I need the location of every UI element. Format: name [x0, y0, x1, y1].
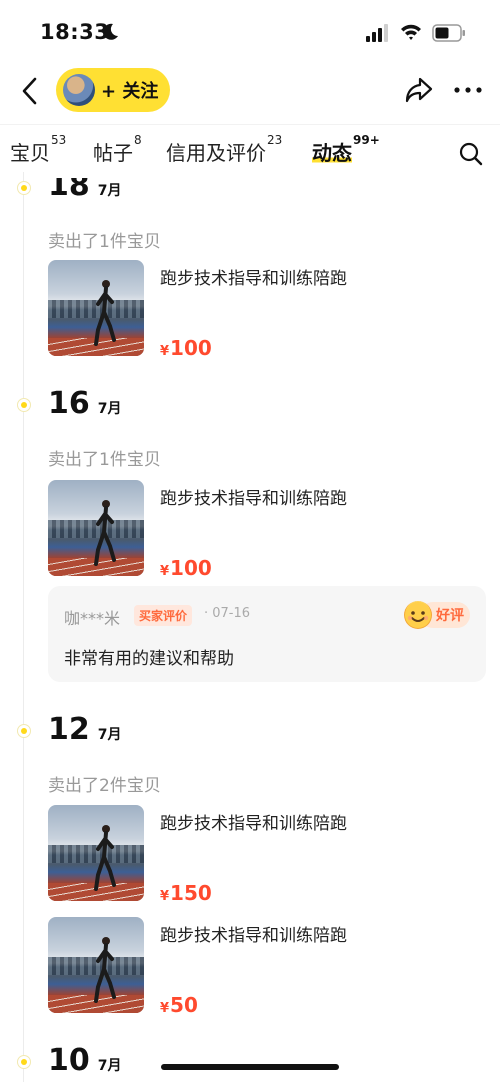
product-price: ¥100	[160, 336, 212, 360]
home-indicator[interactable]	[161, 1064, 339, 1070]
share-icon[interactable]	[404, 76, 434, 104]
date-day: 18	[48, 168, 90, 198]
date-month: 7月	[97, 183, 122, 198]
date-header: 10 7月	[48, 1043, 122, 1078]
currency-symbol: ¥	[160, 344, 170, 359]
sold-text: 卖出了1件宝贝	[48, 232, 161, 252]
timeline-dot	[17, 1055, 31, 1069]
follow-button[interactable]: + 关注	[56, 68, 170, 112]
date-day: 16	[48, 386, 90, 421]
product-card[interactable]: 跑步技术指导和训练陪跑 ¥150	[48, 805, 488, 905]
product-price: ¥50	[160, 993, 198, 1017]
product-price: ¥150	[160, 881, 212, 905]
tab-count: 23	[267, 133, 283, 147]
timeline-dot	[17, 398, 31, 412]
wifi-icon	[401, 24, 421, 40]
product-thumbnail	[48, 917, 144, 1013]
review-card[interactable]: 咖***米 买家评价 · 07-16 好评 非常有用的建议和帮助	[48, 586, 486, 682]
product-title: 跑步技术指导和训练陪跑	[160, 814, 347, 834]
date-day: 12	[48, 712, 90, 747]
battery-icon	[432, 24, 465, 42]
tab-label: 动态	[312, 141, 352, 165]
date-header: 18 7月	[48, 168, 122, 198]
price-value: 100	[170, 336, 212, 360]
sold-text: 卖出了1件宝贝	[48, 450, 161, 470]
sold-text: 卖出了2件宝贝	[48, 776, 161, 796]
tab-activity[interactable]: 动态99+	[312, 133, 380, 166]
avatar	[63, 74, 95, 106]
price-value: 100	[170, 556, 212, 580]
product-price: ¥100	[160, 556, 212, 580]
review-text: 非常有用的建议和帮助	[64, 649, 234, 669]
tab-items[interactable]: 宝贝53	[10, 133, 66, 166]
back-arrow-icon[interactable]	[18, 74, 42, 108]
tab-count: 8	[134, 133, 142, 147]
follow-label: + 关注	[101, 81, 159, 102]
signal-icon	[366, 24, 388, 42]
product-title: 跑步技术指导和训练陪跑	[160, 489, 347, 509]
tab-label: 帖子	[93, 141, 133, 165]
more-icon[interactable]	[452, 78, 484, 102]
date-header: 12 7月	[48, 712, 122, 747]
nav-bar: + 关注	[0, 66, 500, 116]
tabs-bar: 宝贝53 帖子8 信用及评价23 动态99+	[0, 124, 500, 172]
tab-count: 99+	[353, 133, 380, 147]
rating-badge: 好评	[404, 600, 470, 630]
buyer-review-badge: 买家评价	[134, 605, 193, 626]
product-card[interactable]: 跑步技术指导和训练陪跑 ¥100	[48, 260, 488, 360]
currency-symbol: ¥	[160, 564, 170, 579]
product-thumbnail	[48, 480, 144, 576]
smile-icon	[404, 601, 432, 629]
tab-count: 53	[51, 133, 67, 147]
timeline-dot	[17, 181, 31, 195]
product-title: 跑步技术指导和训练陪跑	[160, 926, 347, 946]
review-date: · 07-16	[204, 606, 251, 621]
date-month: 7月	[97, 727, 122, 743]
reviewer-name: 咖***米	[64, 609, 121, 628]
date-month: 7月	[97, 401, 122, 417]
product-card[interactable]: 跑步技术指导和训练陪跑 ¥50	[48, 917, 488, 1017]
status-time: 18:33	[40, 20, 110, 44]
date-header: 16 7月	[48, 386, 122, 421]
tab-posts[interactable]: 帖子8	[93, 133, 142, 166]
currency-symbol: ¥	[160, 889, 170, 904]
price-value: 150	[170, 881, 212, 905]
moon-icon	[103, 23, 118, 40]
tab-label: 宝贝	[10, 141, 50, 165]
product-thumbnail	[48, 260, 144, 356]
date-day: 10	[48, 1043, 90, 1078]
tab-credit-reviews[interactable]: 信用及评价23	[166, 133, 282, 166]
currency-symbol: ¥	[160, 1001, 170, 1016]
status-bar: 18:33	[0, 0, 500, 66]
price-value: 50	[170, 993, 198, 1017]
tab-label: 信用及评价	[166, 141, 266, 165]
timeline-dot	[17, 724, 31, 738]
product-title: 跑步技术指导和训练陪跑	[160, 269, 347, 289]
timeline-line	[23, 172, 24, 1082]
product-card[interactable]: 跑步技术指导和训练陪跑 ¥100	[48, 480, 488, 580]
date-month: 7月	[97, 1058, 122, 1074]
search-icon[interactable]	[458, 141, 484, 167]
product-thumbnail	[48, 805, 144, 901]
